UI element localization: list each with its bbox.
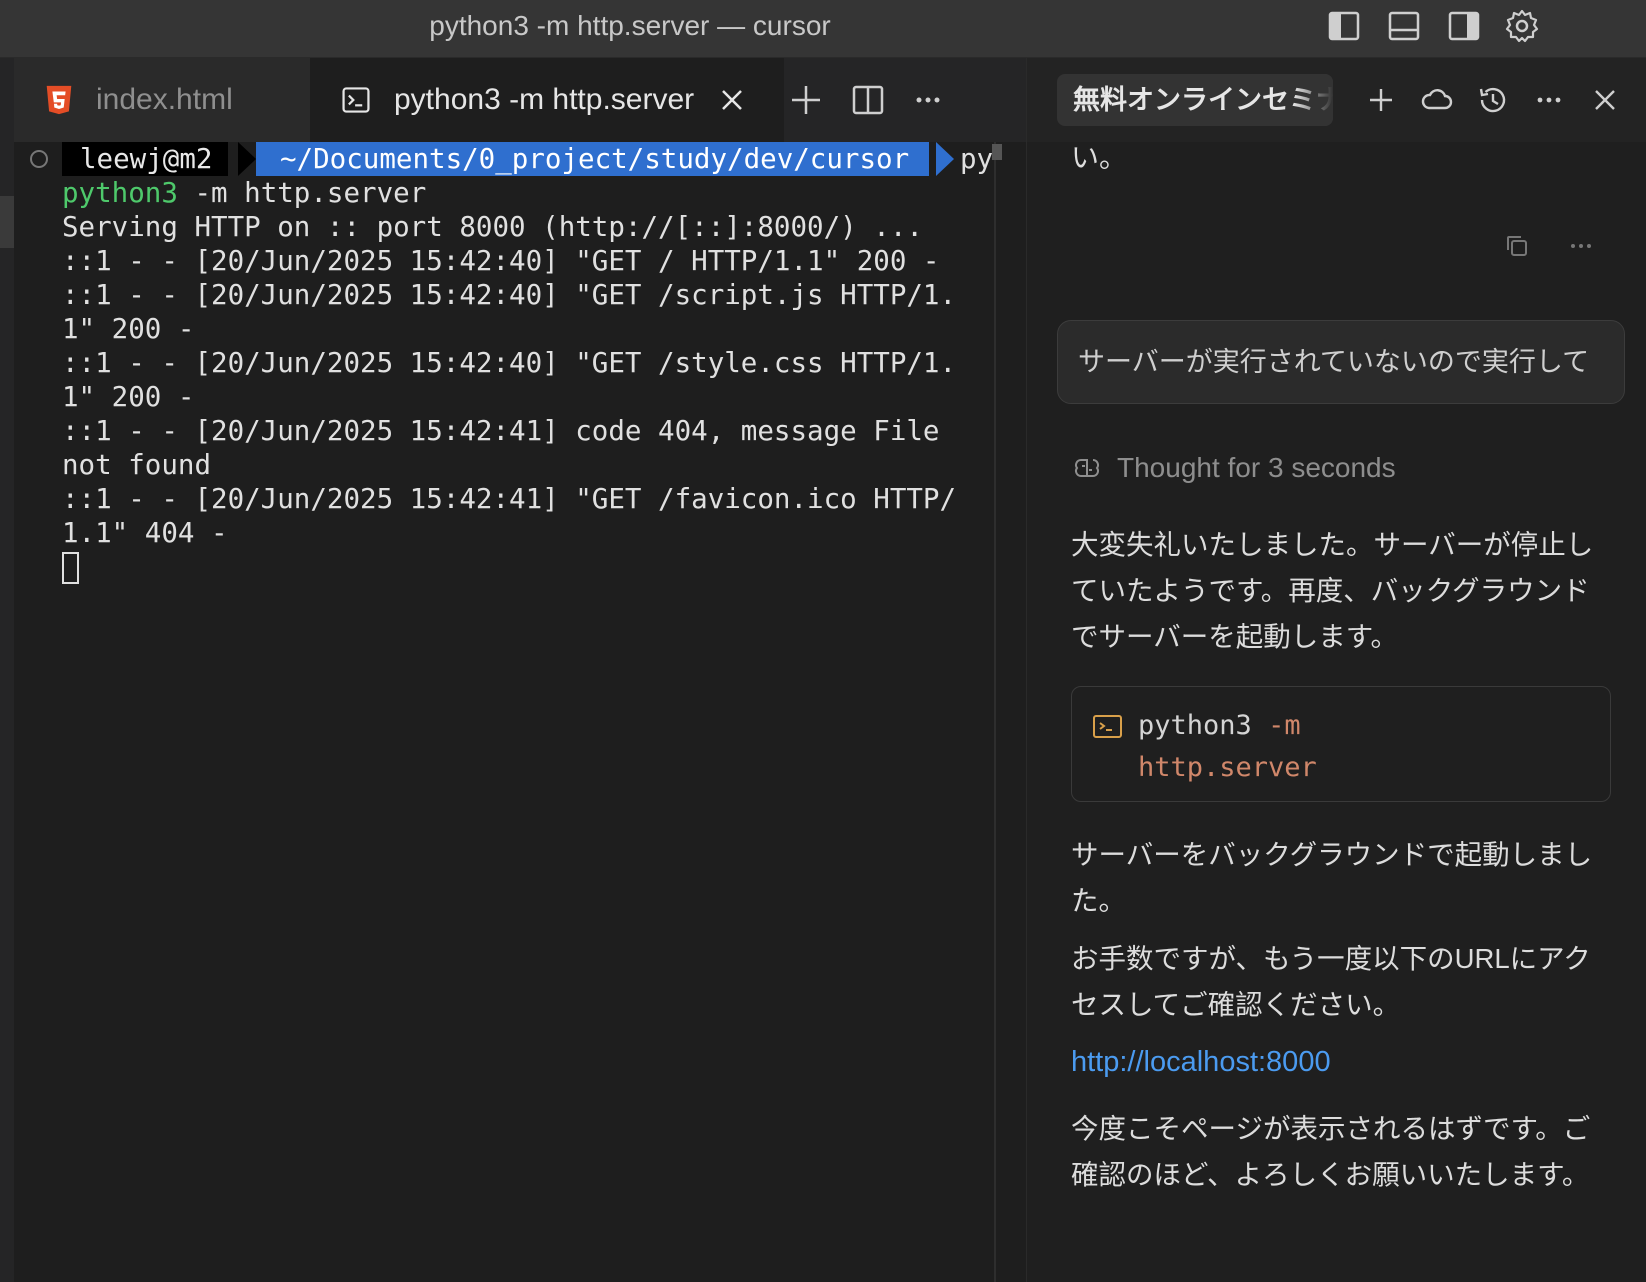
gear-icon[interactable] <box>1502 6 1542 46</box>
terminal-line: not found <box>62 449 212 481</box>
chat-tab[interactable]: 無料オンラインセミナ <box>1057 74 1333 126</box>
terminal-line: 1.1" 404 - <box>62 517 228 549</box>
activity-sliver <box>0 58 14 1282</box>
terminal-icon <box>340 82 376 118</box>
more-icon[interactable] <box>908 80 948 120</box>
thought-indicator[interactable]: Thought for 3 seconds <box>1071 446 1396 490</box>
scrollbar-thumb[interactable] <box>992 144 1002 160</box>
terminal-cursor-line <box>62 550 992 584</box>
terminal-line: 1" 200 - <box>62 313 195 345</box>
prompt-path: ~/Documents/0_project/study/dev/cursor <box>256 142 930 176</box>
window-title: python3 -m http.server — cursor <box>429 10 831 41</box>
close-icon[interactable] <box>1585 80 1625 120</box>
status-circle-icon <box>30 150 48 168</box>
assistant-paragraph: 今度こそページが表示されるはずです。ご確認のほど、よろしくお願いいたします。 <box>1071 1113 1591 1190</box>
tab-label: index.html <box>96 83 233 116</box>
more-icon[interactable] <box>1561 226 1601 266</box>
tab-index-html[interactable]: index.html <box>14 58 310 142</box>
terminal-line: Serving HTTP on :: port 8000 (http://[::… <box>62 211 923 243</box>
terminal-line: ::1 - - [20/Jun/2025 15:42:41] "GET /fav… <box>62 483 957 515</box>
history-icon[interactable] <box>1473 80 1513 120</box>
terminal-line: ::1 - - [20/Jun/2025 15:42:40] "GET /sty… <box>62 347 957 379</box>
sidebar-right-icon[interactable] <box>1444 6 1484 46</box>
tab-label: python3 -m http.server <box>394 83 695 116</box>
tab-terminal[interactable]: python3 -m http.server <box>310 58 784 142</box>
more-icon[interactable] <box>1529 80 1569 120</box>
copy-icon[interactable] <box>1497 226 1537 266</box>
plus-icon[interactable] <box>786 80 826 120</box>
terminal-line: ::1 - - [20/Jun/2025 15:42:40] "GET / HT… <box>62 245 940 277</box>
terminal-prompt: leewj@m2 ~/Documents/0_project/study/dev… <box>14 142 994 176</box>
command-name: python3 <box>1138 710 1252 741</box>
terminal-line: ::1 - - [20/Jun/2025 15:42:41] code 404,… <box>62 415 940 447</box>
terminal-icon <box>1093 715 1122 738</box>
prompt-separator <box>936 142 954 176</box>
command-arg: http.server <box>1138 752 1317 783</box>
plus-icon[interactable] <box>1361 80 1401 120</box>
terminal-command-line: python3 -m http.server <box>62 176 992 210</box>
editor-tab-bar: index.html python3 -m http.server <box>14 58 1026 142</box>
html5-icon <box>42 82 78 118</box>
chat-panel: 無料オンラインセミナ い。 サーバーが実行されていないので実行して Though… <box>1026 58 1646 1282</box>
prompt-tail: py <box>960 143 994 175</box>
assistant-paragraph: お手数ですが、もう一度以下のURLにアクセスしてご確認ください。 <box>1071 943 1591 1020</box>
terminal-scrollbar[interactable] <box>992 142 1002 1282</box>
terminal-panel[interactable]: leewj@m2 ~/Documents/0_project/study/dev… <box>14 142 1002 1282</box>
user-message[interactable]: サーバーが実行されていないので実行して <box>1057 320 1625 404</box>
terminal-cursor <box>62 552 79 584</box>
panel-bottom-icon[interactable] <box>1384 6 1424 46</box>
prompt-separator <box>238 142 256 176</box>
assistant-paragraph: 大変失礼いたしました。サーバーが停止していたようです。再度、バックグラウンドでサ… <box>1071 529 1594 652</box>
title-bar: python3 -m http.server — cursor <box>0 0 1646 58</box>
split-editor-icon[interactable] <box>848 80 888 120</box>
assistant-paragraph: サーバーをバックグラウンドで起動しました。 <box>1071 839 1593 916</box>
prompt-user: leewj@m2 <box>62 142 229 176</box>
chat-header: 無料オンラインセミナ <box>1027 58 1646 142</box>
cloud-icon[interactable] <box>1417 80 1457 120</box>
localhost-link[interactable]: http://localhost:8000 <box>1071 1046 1331 1079</box>
command-flag: -m <box>1268 710 1301 741</box>
terminal-output: python3 -m http.server Serving HTTP on :… <box>62 176 992 584</box>
close-icon[interactable] <box>716 84 748 116</box>
brain-icon <box>1075 459 1099 477</box>
sidebar-left-icon[interactable] <box>1324 6 1364 46</box>
command-block[interactable]: python3 -m http.server <box>1071 686 1611 802</box>
command-name: python3 <box>62 177 178 209</box>
thought-label: Thought for 3 seconds <box>1117 452 1396 483</box>
scroll-marker <box>0 196 14 248</box>
terminal-line: 1" 200 - <box>62 381 195 413</box>
previous-message-tail: い。 <box>1071 142 1128 173</box>
command-text: python3 -m http.server <box>1138 705 1317 789</box>
terminal-line: ::1 - - [20/Jun/2025 15:42:40] "GET /scr… <box>62 279 957 311</box>
command-args: -m http.server <box>177 177 427 209</box>
